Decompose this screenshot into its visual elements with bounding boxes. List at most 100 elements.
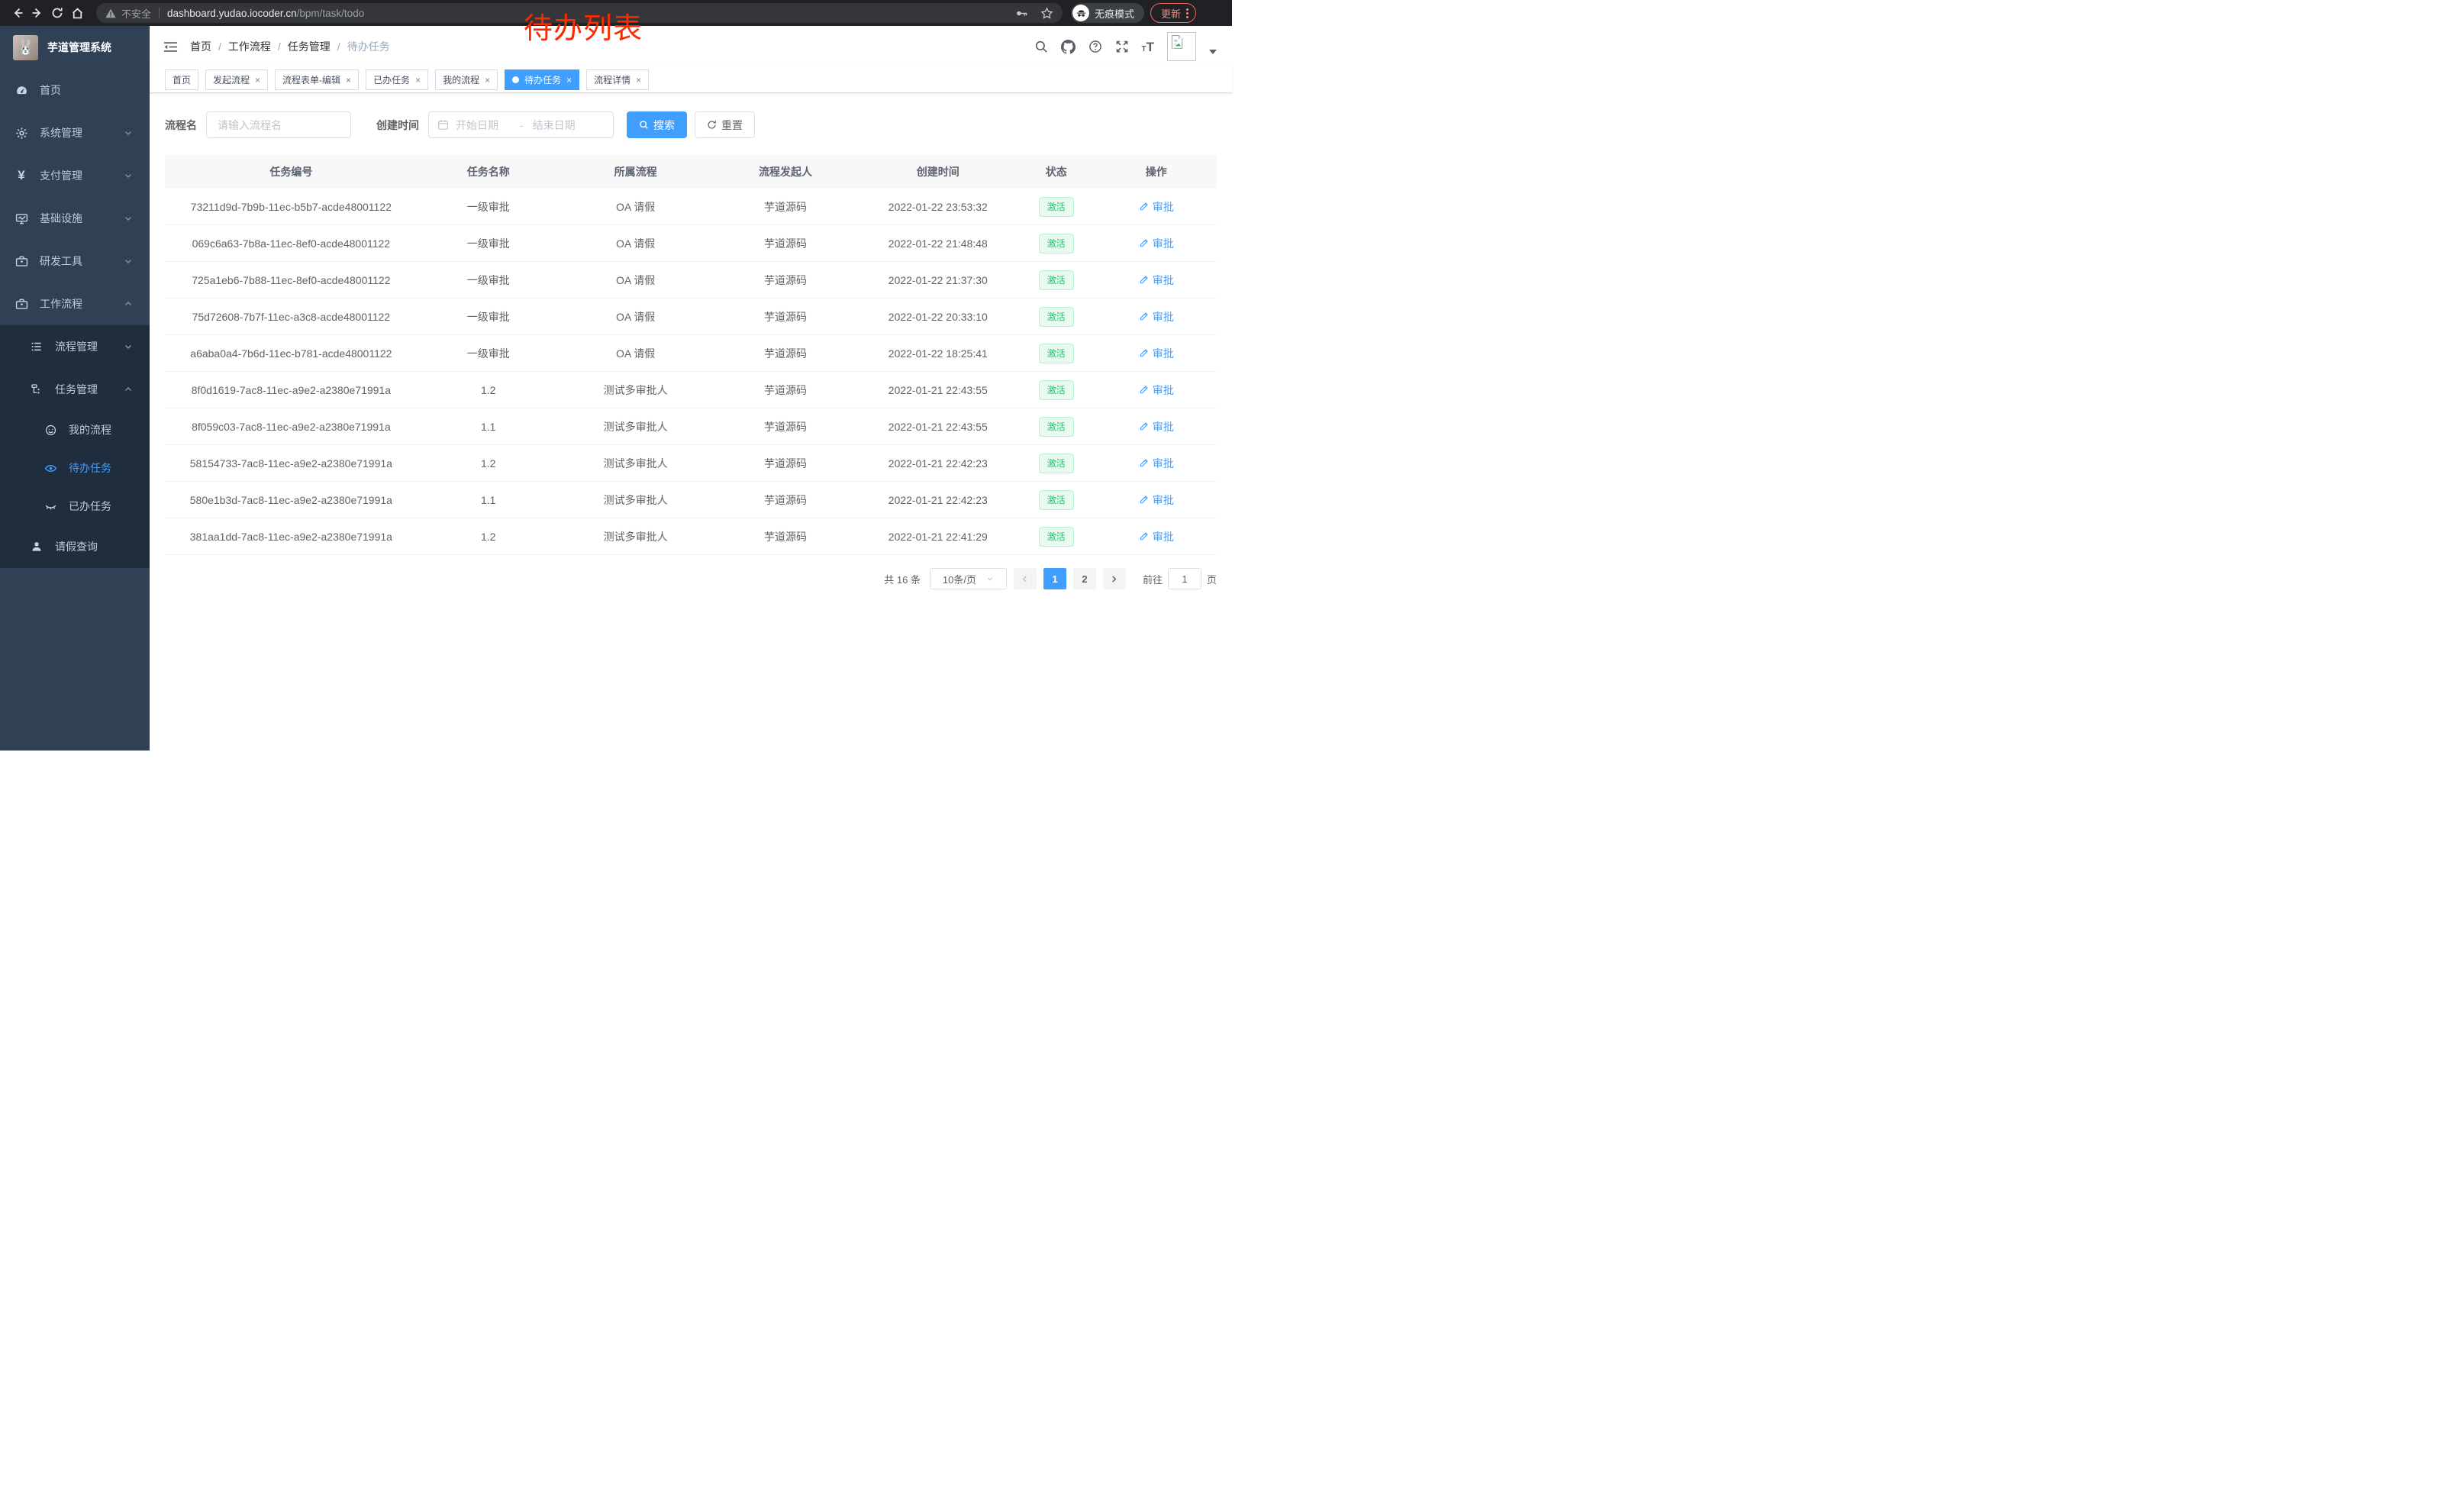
- search-button[interactable]: 搜索: [627, 111, 687, 138]
- cell-task-id: 75d72608-7b7f-11ec-a3c8-acde48001122: [165, 311, 418, 323]
- next-page-button[interactable]: [1103, 568, 1126, 589]
- cell-starter: 芋道源码: [712, 346, 859, 361]
- page-button-1[interactable]: 1: [1043, 568, 1066, 589]
- url-text[interactable]: dashboard.yudao.iocoder.cn/bpm/task/todo: [167, 8, 364, 19]
- browser-forward-button[interactable]: [27, 3, 47, 23]
- approve-button[interactable]: 审批: [1139, 199, 1174, 215]
- avatar-dropdown-caret-icon[interactable]: [1209, 50, 1217, 54]
- sidebar-item-workflow[interactable]: 工作流程: [0, 282, 150, 325]
- close-icon[interactable]: ×: [415, 75, 421, 86]
- sidebar-item-label: 请假查询: [55, 539, 98, 554]
- column-header: 操作: [1095, 164, 1216, 179]
- briefcase-icon: [15, 297, 28, 311]
- approve-button[interactable]: 审批: [1139, 309, 1174, 324]
- bookmark-star-icon[interactable]: [1040, 7, 1053, 20]
- cell-task-name: 1.1: [418, 494, 560, 506]
- font-size-icon[interactable]: TT: [1142, 40, 1155, 53]
- app-logo-row[interactable]: 🐰 芋道管理系统: [0, 26, 150, 69]
- browser-home-button[interactable]: [67, 3, 87, 23]
- goto-page-input[interactable]: [1168, 568, 1201, 589]
- chevron-down-icon: [124, 257, 133, 266]
- chevron-down-icon: [124, 171, 133, 180]
- chevron-down-icon: [124, 342, 133, 351]
- prev-page-button[interactable]: [1014, 568, 1037, 589]
- browser-menu-icon[interactable]: [1186, 8, 1188, 18]
- chevron-down-icon: [124, 128, 133, 137]
- github-icon[interactable]: [1061, 40, 1076, 54]
- approve-button[interactable]: 审批: [1139, 346, 1174, 361]
- cell-status: 激活: [1017, 234, 1095, 253]
- approve-button[interactable]: 审批: [1139, 383, 1174, 398]
- breadcrumb-home[interactable]: 首页: [190, 39, 211, 54]
- table-header-row: 任务编号 任务名称 所属流程 流程发起人 创建时间 状态 操作: [165, 155, 1217, 189]
- cell-status: 激活: [1017, 417, 1095, 437]
- close-icon[interactable]: ×: [636, 75, 641, 86]
- tab-process-form-edit[interactable]: 流程表单-编辑×: [275, 69, 359, 90]
- browser-back-button[interactable]: [8, 3, 27, 23]
- tab-done-tasks[interactable]: 已办任务×: [366, 69, 428, 90]
- help-icon[interactable]: [1088, 40, 1102, 53]
- close-icon[interactable]: ×: [566, 75, 572, 86]
- security-warning-icon[interactable]: [105, 8, 116, 18]
- start-date-placeholder[interactable]: 开始日期: [456, 118, 518, 133]
- approve-button[interactable]: 审批: [1139, 492, 1174, 508]
- tab-start-process[interactable]: 发起流程×: [205, 69, 268, 90]
- browser-update-button[interactable]: 更新: [1150, 3, 1196, 23]
- column-header: 任务编号: [165, 164, 418, 179]
- approve-button[interactable]: 审批: [1139, 529, 1174, 544]
- sidebar-item-my-process[interactable]: 我的流程: [0, 411, 150, 449]
- browser-reload-button[interactable]: [47, 3, 67, 23]
- close-icon[interactable]: ×: [255, 75, 260, 86]
- date-range-picker[interactable]: 开始日期 - 结束日期: [428, 111, 614, 138]
- create-time-label: 创建时间: [376, 118, 419, 133]
- cell-status: 激活: [1017, 490, 1095, 510]
- table-row: 069c6a63-7b8a-11ec-8ef0-acde48001122 一级审…: [165, 225, 1217, 262]
- cell-task-name: 一级审批: [418, 273, 560, 288]
- approve-button[interactable]: 审批: [1139, 419, 1174, 434]
- sidebar-item-leave-query[interactable]: 请假查询: [0, 525, 150, 568]
- tab-todo-tasks[interactable]: 待办任务×: [505, 69, 579, 90]
- sidebar-item-process-management[interactable]: 流程管理: [0, 325, 150, 368]
- cell-starter: 芋道源码: [712, 383, 859, 398]
- sidebar-collapse-icon[interactable]: [162, 38, 179, 55]
- approve-button[interactable]: 审批: [1139, 456, 1174, 471]
- reset-button[interactable]: 重置: [695, 111, 755, 138]
- breadcrumb-task-management[interactable]: 任务管理: [288, 39, 331, 54]
- process-name-input[interactable]: [206, 111, 351, 138]
- sidebar-item-system[interactable]: 系统管理: [0, 111, 150, 154]
- end-date-placeholder[interactable]: 结束日期: [533, 118, 595, 133]
- column-header: 所属流程: [560, 164, 712, 179]
- search-icon[interactable]: [1034, 40, 1048, 53]
- fullscreen-icon[interactable]: [1115, 40, 1129, 53]
- chevron-up-icon: [124, 385, 133, 394]
- password-key-icon[interactable]: [1015, 7, 1028, 20]
- sidebar-item-todo-tasks[interactable]: 待办任务: [0, 449, 150, 487]
- tab-process-detail[interactable]: 流程详情×: [586, 69, 649, 90]
- page-size-select[interactable]: 10条/页: [930, 568, 1007, 589]
- search-icon: [639, 120, 649, 130]
- monitor-icon: [15, 211, 28, 225]
- sidebar-item-devtools[interactable]: 研发工具: [0, 240, 150, 282]
- status-badge: 激活: [1039, 417, 1074, 437]
- user-avatar[interactable]: [1167, 32, 1196, 61]
- sidebar-item-payment[interactable]: ¥ 支付管理: [0, 154, 150, 197]
- breadcrumb-workflow[interactable]: 工作流程: [228, 39, 271, 54]
- sidebar-item-task-management[interactable]: 任务管理: [0, 368, 150, 411]
- cell-create-time: 2022-01-21 22:43:55: [859, 384, 1017, 396]
- edit-pencil-icon: [1139, 275, 1149, 285]
- omnibox-divider: [159, 8, 160, 18]
- sidebar-item-done-tasks[interactable]: 已办任务: [0, 487, 150, 525]
- close-icon[interactable]: ×: [485, 75, 490, 86]
- cell-task-id: 8f0d1619-7ac8-11ec-a9e2-a2380e71991a: [165, 384, 418, 396]
- sidebar-item-infra[interactable]: 基础设施: [0, 197, 150, 240]
- close-icon[interactable]: ×: [346, 75, 351, 86]
- sidebar-item-home[interactable]: 首页: [0, 69, 150, 111]
- page-button-2[interactable]: 2: [1073, 568, 1096, 589]
- tab-home[interactable]: 首页: [165, 69, 198, 90]
- pagination-total: 共 16 条: [884, 572, 921, 586]
- approve-button[interactable]: 审批: [1139, 236, 1174, 251]
- tab-my-process[interactable]: 我的流程×: [435, 69, 498, 90]
- approve-button[interactable]: 审批: [1139, 273, 1174, 288]
- security-label[interactable]: 不安全: [121, 6, 151, 21]
- app-title: 芋道管理系统: [47, 40, 111, 55]
